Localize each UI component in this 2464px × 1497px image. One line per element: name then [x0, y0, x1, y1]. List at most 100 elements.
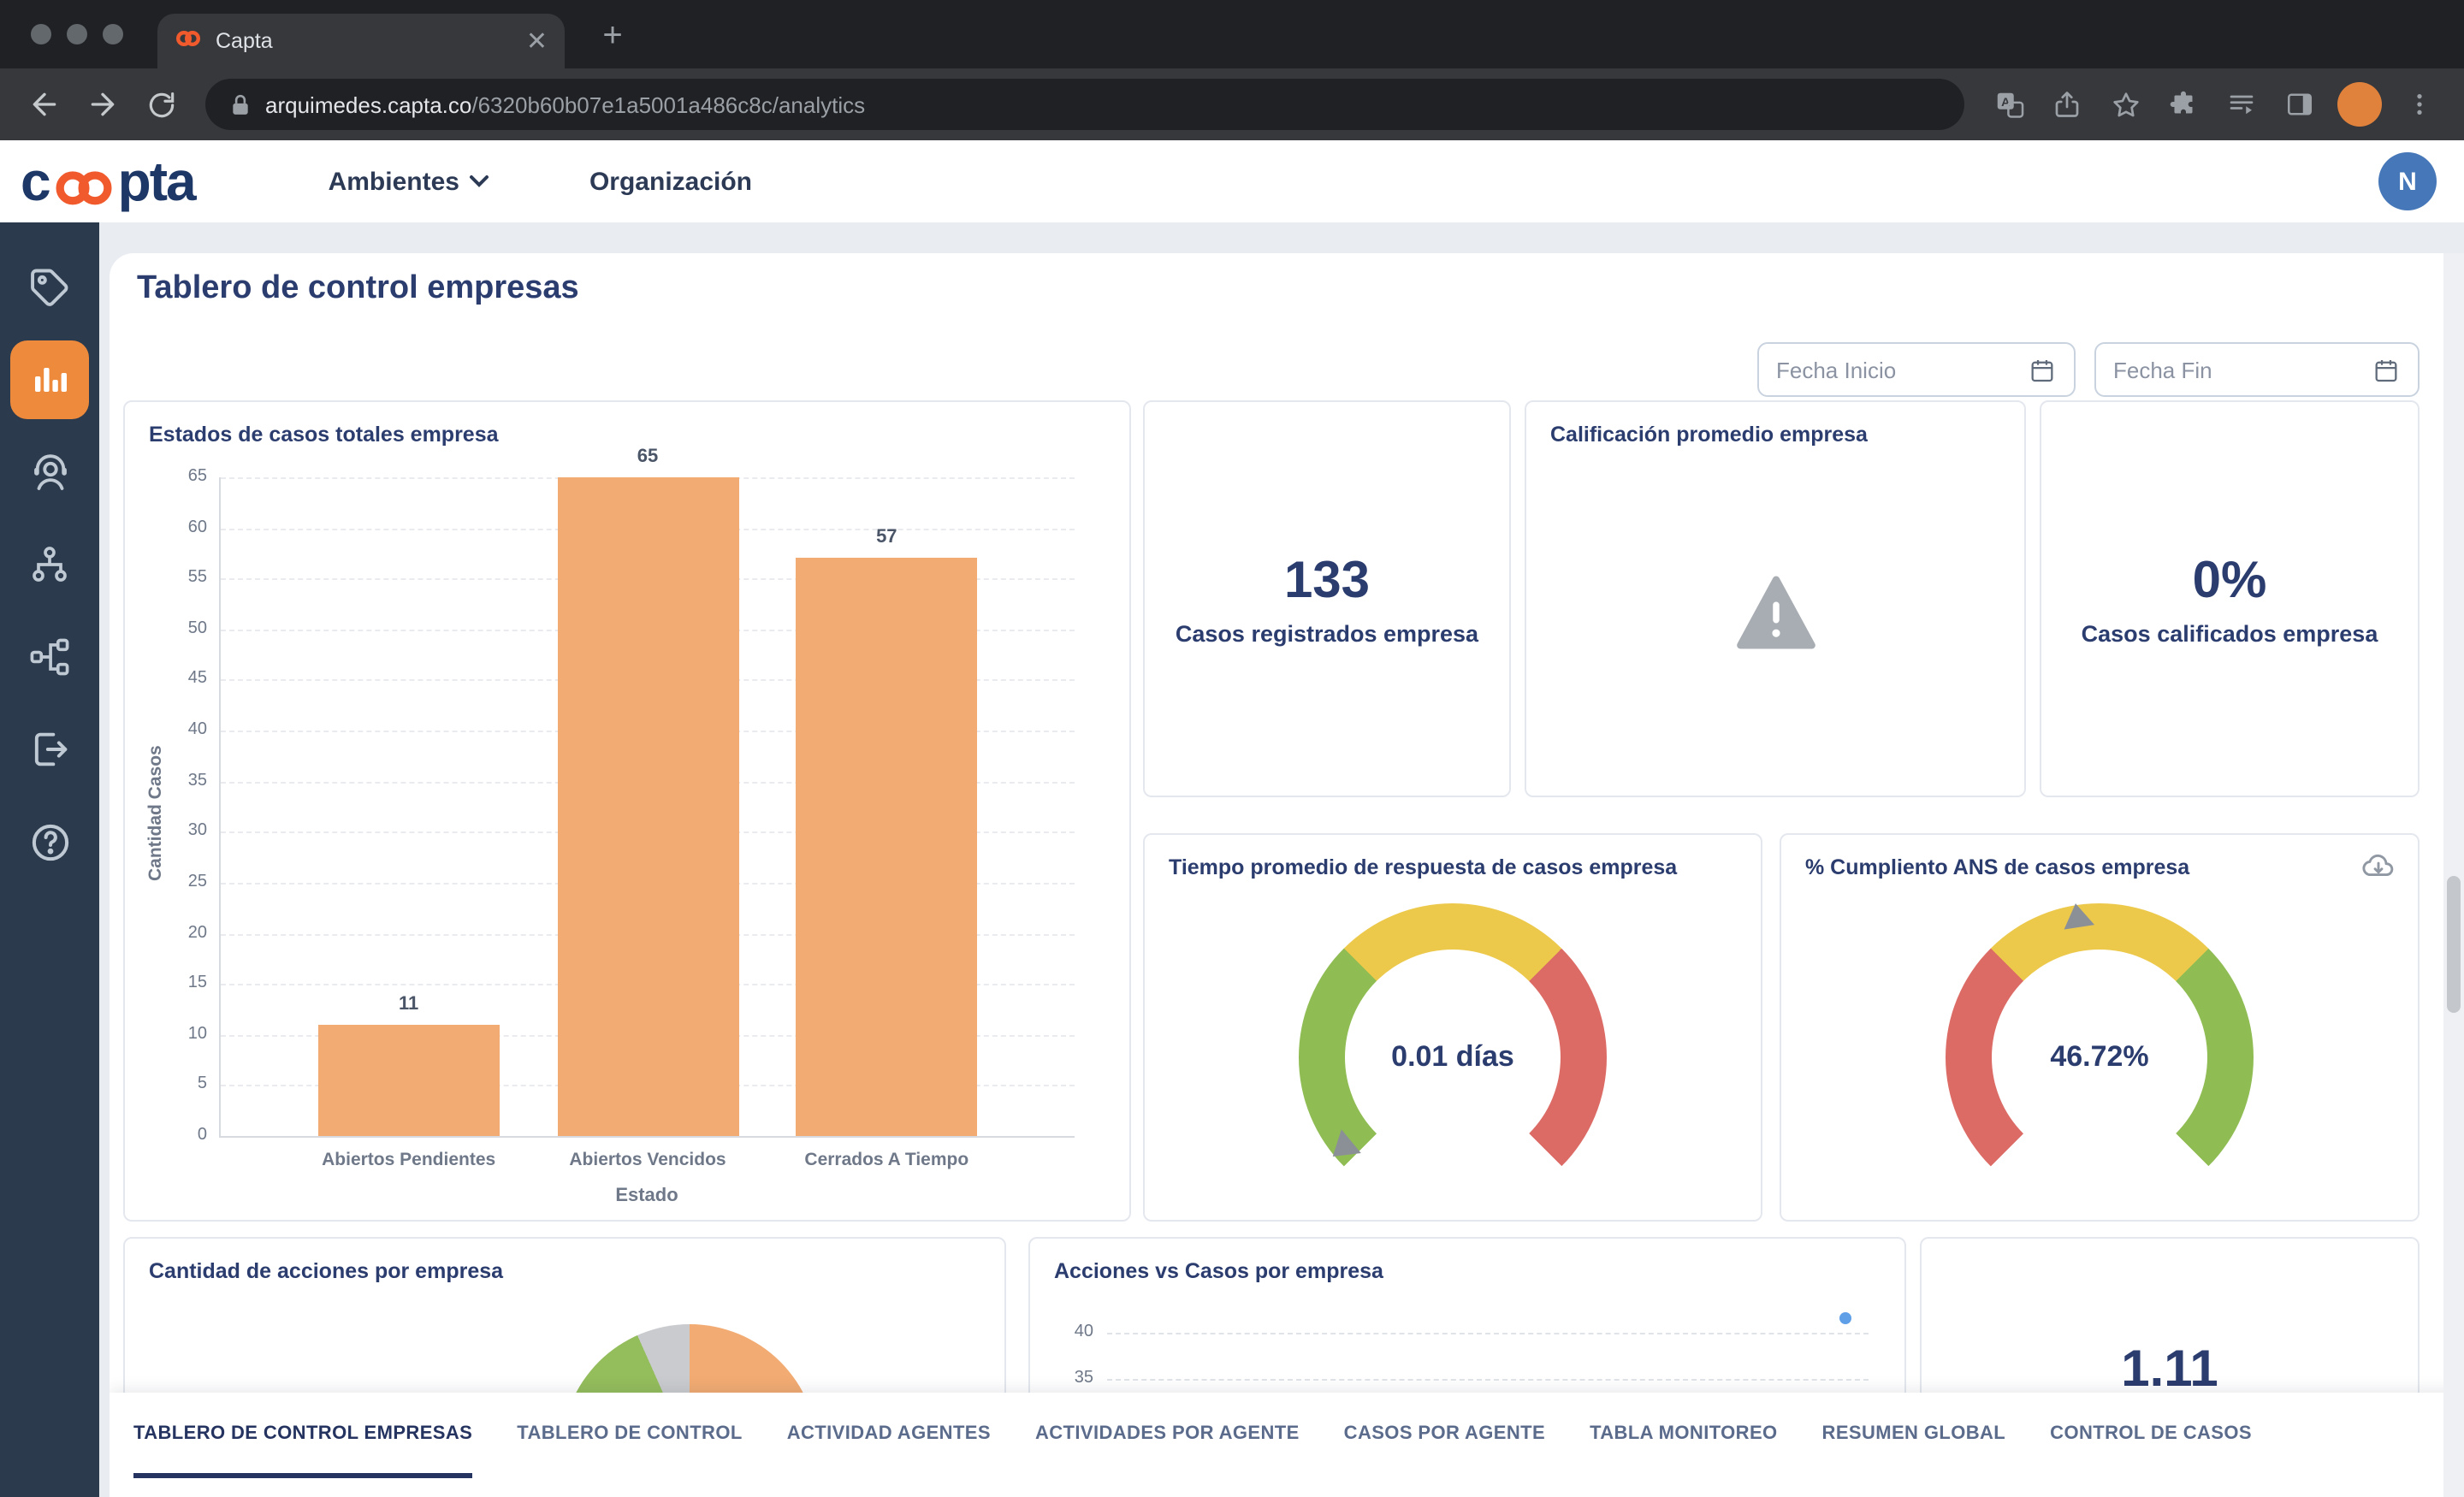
sidebar-item-hierarchy[interactable] — [0, 518, 99, 611]
chevron-down-icon — [470, 175, 490, 188]
estados-bar-chart[interactable]: 0510152025303540455055606511Abiertos Pen… — [219, 477, 1075, 1138]
no-data-indicator — [1526, 573, 2024, 652]
sidebar-item-agents[interactable] — [0, 426, 99, 518]
side-panel-icon — [2284, 89, 2315, 120]
y-axis-tick: 35 — [1049, 1369, 1093, 1388]
y-axis-tick: 25 — [159, 873, 207, 891]
tiempo-gauge-chart[interactable]: 0.01 días — [1299, 903, 1607, 1211]
browser-tab[interactable]: Capta ✕ — [157, 14, 565, 68]
browser-profile-avatar[interactable] — [2337, 82, 2382, 127]
dashboard-tabbar: TABLERO DE CONTROL EMPRESAS TABLERO DE C… — [110, 1393, 2464, 1497]
bar-value-label: 11 — [341, 994, 477, 1015]
y-axis-tick: 40 — [159, 720, 207, 739]
card-calificacion-promedio: Calificación promedio empresa — [1525, 400, 2026, 797]
app-header: c pta Ambientes Organización N — [0, 140, 2464, 222]
x-axis-label: Estado — [219, 1186, 1075, 1206]
window-maximize-button[interactable] — [103, 24, 123, 44]
y-axis-tick: 15 — [159, 973, 207, 992]
y-axis-tick: 50 — [159, 619, 207, 638]
tab-control-de-casos[interactable]: CONTROL DE CASOS — [2050, 1393, 2252, 1478]
new-tab-button[interactable]: + — [592, 15, 633, 56]
support-agent-icon — [27, 449, 73, 495]
download-button[interactable] — [2360, 849, 2397, 888]
y-axis-tick: 20 — [159, 923, 207, 942]
forward-arrow-icon — [86, 87, 120, 121]
url-host: arquimedes.capta.co — [265, 92, 471, 117]
window-controls — [31, 24, 123, 44]
bookmark-button[interactable] — [2098, 77, 2153, 132]
share-icon — [2052, 89, 2082, 120]
tab-casos-por-agente[interactable]: CASOS POR AGENTE — [1344, 1393, 1545, 1478]
tab-title: Capta — [216, 29, 526, 53]
logo-text-pta: pta — [118, 150, 195, 213]
network-icon — [27, 635, 72, 679]
tab-tablero-de-control[interactable]: TABLERO DE CONTROL — [517, 1393, 742, 1478]
lock-icon — [229, 92, 252, 117]
window-minimize-button[interactable] — [67, 24, 87, 44]
calendar-icon — [2372, 355, 2401, 384]
ans-gauge-chart[interactable]: 46.72% — [1946, 903, 2254, 1211]
sidebar-item-logout[interactable] — [0, 703, 99, 796]
nav-item-ambientes[interactable]: Ambientes — [329, 167, 490, 196]
forward-button[interactable] — [75, 77, 130, 132]
gauge-value: 46.72% — [1946, 903, 2254, 1211]
reload-button[interactable] — [133, 77, 188, 132]
window-close-button[interactable] — [31, 24, 51, 44]
page-title: Tablero de control empresas — [137, 270, 579, 308]
bar — [318, 1025, 500, 1136]
user-avatar[interactable]: N — [2378, 152, 2437, 210]
side-panel-button[interactable] — [2272, 77, 2327, 132]
media-controls-button[interactable] — [2214, 77, 2269, 132]
card-title: % Cumpliento ANS de casos empresa — [1805, 855, 2189, 879]
sidebar-item-integrations[interactable] — [0, 611, 99, 703]
browser-menu-button[interactable] — [2392, 77, 2447, 132]
sidebar-item-analytics[interactable] — [0, 334, 99, 426]
back-arrow-icon — [27, 87, 62, 121]
gridline — [1107, 1333, 1869, 1334]
translate-button[interactable]: A — [1981, 77, 2036, 132]
tab-tabla-monitoreo[interactable]: TABLA MONITOREO — [1590, 1393, 1777, 1478]
share-button[interactable] — [2040, 77, 2094, 132]
main-panel: Tablero de control empresas Fecha Inicio… — [110, 253, 2464, 1497]
date-start-input[interactable]: Fecha Inicio — [1757, 342, 2076, 397]
browser-titlebar: Capta ✕ + — [0, 0, 2464, 68]
tab-resumen-global[interactable]: RESUMEN GLOBAL — [1822, 1393, 2006, 1478]
gridline — [1107, 1379, 1869, 1381]
tab-label: CONTROL DE CASOS — [2050, 1423, 2252, 1443]
active-item-highlight — [10, 340, 89, 419]
tab-label: CASOS POR AGENTE — [1344, 1423, 1545, 1443]
extensions-button[interactable] — [2156, 77, 2211, 132]
tab-actividades-por-agente[interactable]: ACTIVIDADES POR AGENTE — [1035, 1393, 1300, 1478]
date-start-placeholder: Fecha Inicio — [1776, 357, 1896, 382]
back-button[interactable] — [17, 77, 72, 132]
date-end-input[interactable]: Fecha Fin — [2094, 342, 2420, 397]
card-title: Acciones vs Casos por empresa — [1054, 1259, 1383, 1283]
card-estados-casos: Estados de casos totales empresa Cantida… — [123, 400, 1131, 1222]
metric-label: Casos calificados empresa — [2041, 621, 2418, 647]
tab-close-button[interactable]: ✕ — [526, 28, 548, 54]
card-casos-calificados: 0% Casos calificados empresa — [2040, 400, 2420, 797]
kebab-menu-icon — [2406, 91, 2433, 118]
card-title: Cantidad de acciones por empresa — [149, 1259, 503, 1283]
reload-icon — [145, 88, 177, 121]
bar-chart-icon — [29, 359, 70, 400]
card-cumplimiento-ans: % Cumpliento ANS de casos empresa 46.72% — [1780, 833, 2420, 1222]
y-axis-tick: 65 — [159, 467, 207, 486]
sidebar — [0, 222, 99, 1497]
url-bar[interactable]: arquimedes.capta.co/6320b60b07e1a5001a48… — [205, 79, 1964, 130]
playlist-icon — [2226, 89, 2257, 120]
nav-item-organizacion[interactable]: Organización — [589, 167, 752, 196]
sidebar-item-tags[interactable] — [0, 241, 99, 334]
capta-logo[interactable]: c pta — [21, 150, 195, 213]
scrollbar-track[interactable] — [2443, 253, 2464, 1497]
sidebar-item-help[interactable] — [0, 796, 99, 888]
card-title: Tiempo promedio de respuesta de casos em… — [1169, 855, 1677, 879]
scrollbar-thumb[interactable] — [2447, 876, 2461, 1013]
logo-text-c: c — [21, 150, 50, 213]
tab-favicon-icon — [175, 23, 202, 59]
tab-tablero-de-control-empresas[interactable]: TABLERO DE CONTROL EMPRESAS — [133, 1393, 472, 1478]
tab-label: TABLERO DE CONTROL — [517, 1423, 742, 1443]
nav-label: Ambientes — [329, 167, 459, 196]
bar-value-label: 57 — [818, 528, 955, 548]
tab-actividad-agentes[interactable]: ACTIVIDAD AGENTES — [787, 1393, 991, 1478]
